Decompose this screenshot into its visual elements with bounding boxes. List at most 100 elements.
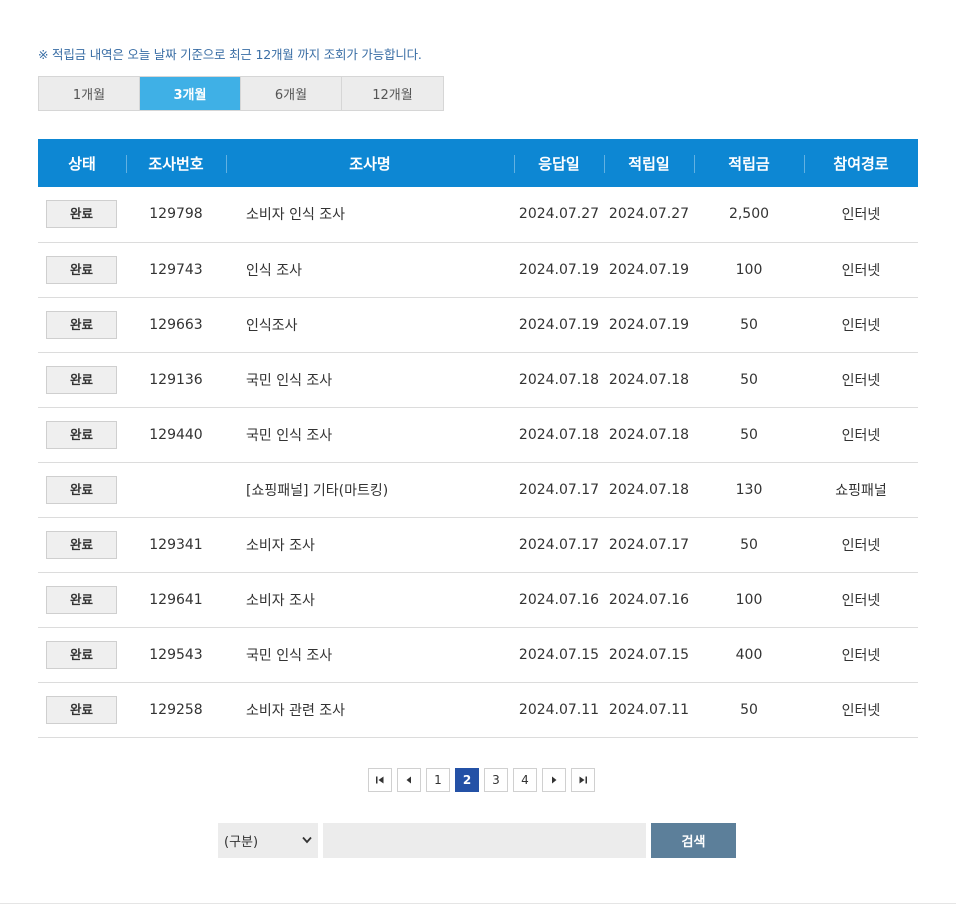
status-badge[interactable]: 완료: [46, 310, 117, 339]
points-cell: 50: [740, 371, 758, 388]
survey-name-cell: 인식 조사: [246, 262, 302, 279]
credit-date-cell: 2024.07.17: [608, 536, 690, 553]
table-row: 완료 129641 소비자 조사 2024.07.16 2024.07.16 100 인터넷: [38, 572, 918, 627]
route-cell: 인터넷: [841, 427, 881, 444]
survey-number-cell: 129341: [149, 536, 203, 553]
status-cell: 완료: [38, 627, 126, 682]
status-badge[interactable]: 완료: [46, 365, 117, 394]
route-cell: 인터넷: [841, 372, 881, 389]
points-cell: 50: [740, 536, 758, 553]
status-cell: 완료: [38, 462, 126, 517]
header-route: 참여경로: [804, 139, 918, 187]
table-row: 완료 129440 국민 인식 조사 2024.07.18 2024.07.18 50 인터…: [38, 407, 918, 462]
table-row: 완료 129743 인식 조사 2024.07.19 2024.07.19 100 인터넷: [38, 242, 918, 297]
credit-date-cell: 2024.07.11: [608, 701, 690, 718]
credit-date-cell: 2024.07.27: [608, 206, 690, 223]
status-cell: 완료: [38, 572, 126, 627]
status-cell: 완료: [38, 682, 126, 737]
status-badge[interactable]: 완료: [46, 255, 117, 284]
points-cell: 50: [740, 426, 758, 443]
status-badge[interactable]: 완료: [46, 475, 117, 504]
category-select[interactable]: (구분): [218, 823, 318, 858]
status-cell: 완료: [38, 187, 126, 242]
status-badge[interactable]: 완료: [46, 585, 117, 614]
status-badge[interactable]: 완료: [46, 640, 117, 669]
survey-number-cell: 129136: [149, 371, 203, 388]
last-page-icon[interactable]: [571, 768, 595, 792]
status-badge[interactable]: 완료: [46, 530, 117, 559]
survey-number-cell: 129798: [149, 206, 203, 223]
survey-name-cell: 소비자 조사: [246, 592, 315, 609]
points-cell: 50: [740, 316, 758, 333]
response-date-cell: 2024.07.16: [518, 591, 600, 608]
category-select-value: (구분): [224, 835, 259, 850]
status-badge[interactable]: 완료: [46, 420, 117, 449]
points-cell: 100: [735, 261, 763, 278]
bottom-divider: [0, 903, 956, 904]
survey-number-cell: 129258: [149, 701, 203, 718]
route-cell: 인터넷: [841, 647, 881, 664]
table-row: 완료 129798 소비자 인식 조사 2024.07.27 2024.07.27 2,5…: [38, 187, 918, 242]
survey-number-cell: 129543: [149, 646, 203, 663]
credit-date-cell: 2024.07.18: [608, 481, 690, 498]
tab-6-months[interactable]: 6개월: [241, 77, 342, 110]
credit-date-cell: 2024.07.19: [608, 316, 690, 333]
header-survey-name: 조사명: [226, 139, 514, 187]
table-row: 완료 129543 국민 인식 조사 2024.07.15 2024.07.15 400 인…: [38, 627, 918, 682]
route-cell: 인터넷: [841, 592, 881, 609]
next-page-icon[interactable]: [542, 768, 566, 792]
response-date-cell: 2024.07.17: [518, 481, 600, 498]
period-tabs: 1개월 3개월 6개월 12개월: [38, 76, 444, 111]
header-points: 적립금: [694, 139, 804, 187]
survey-number-cell: 129440: [149, 426, 203, 443]
search-input[interactable]: [323, 823, 646, 858]
status-badge[interactable]: 완료: [46, 695, 117, 724]
route-cell: 인터넷: [841, 702, 881, 719]
survey-name-cell: 국민 인식 조사: [246, 427, 333, 444]
page-2-button[interactable]: 2: [455, 768, 479, 792]
response-date-cell: 2024.07.18: [518, 426, 600, 443]
credit-date-cell: 2024.07.18: [608, 426, 690, 443]
survey-name-cell: 소비자 관련 조사: [246, 702, 346, 719]
status-cell: 완료: [38, 297, 126, 352]
survey-name-cell: 인식조사: [246, 317, 298, 334]
points-history-table: 상태 조사번호 조사명 응답일 적립일 적립금 참여경로 완료 129798 소비자…: [38, 139, 918, 738]
pagination: 1 2 3 4: [368, 768, 595, 792]
header-response-date: 응답일: [514, 139, 604, 187]
page-1-button[interactable]: 1: [426, 768, 450, 792]
credit-date-cell: 2024.07.19: [608, 261, 690, 278]
points-cell: 130: [735, 481, 763, 498]
survey-number-cell: 129743: [149, 261, 203, 278]
table-row: 완료 129136 국민 인식 조사 2024.07.18 2024.07.18 50 인터…: [38, 352, 918, 407]
tab-12-months[interactable]: 12개월: [342, 77, 443, 110]
survey-number-cell: 129641: [149, 591, 203, 608]
response-date-cell: 2024.07.27: [518, 206, 600, 223]
tab-1-month[interactable]: 1개월: [39, 77, 140, 110]
credit-date-cell: 2024.07.15: [608, 646, 690, 663]
page-3-button[interactable]: 3: [484, 768, 508, 792]
notice-text: ※ 적립금 내역은 오늘 날짜 기준으로 최근 12개월 까지 조회가 가능합니…: [38, 47, 422, 62]
points-cell: 50: [740, 701, 758, 718]
response-date-cell: 2024.07.15: [518, 646, 600, 663]
status-cell: 완료: [38, 242, 126, 297]
status-cell: 완료: [38, 352, 126, 407]
search-button[interactable]: 검색: [651, 823, 736, 858]
table-row: 완료 129258 소비자 관련 조사 2024.07.11 2024.07.11 50 인…: [38, 682, 918, 737]
table-header-row: 상태 조사번호 조사명 응답일 적립일 적립금 참여경로: [38, 139, 918, 187]
first-page-icon[interactable]: [368, 768, 392, 792]
status-cell: 완료: [38, 517, 126, 572]
prev-page-icon[interactable]: [397, 768, 421, 792]
table-row: 완료 [쇼핑패널] 기타(마트킹) 2024.07.17 2024.07.18 130 쇼…: [38, 462, 918, 517]
survey-name-cell: 소비자 인식 조사: [246, 207, 346, 224]
table-row: 완료 129663 인식조사 2024.07.19 2024.07.19 50 인터넷: [38, 297, 918, 352]
status-badge[interactable]: 완료: [46, 200, 117, 229]
route-cell: 인터넷: [841, 537, 881, 554]
tab-3-months[interactable]: 3개월: [140, 77, 241, 110]
survey-number-cell: 129663: [149, 316, 203, 333]
response-date-cell: 2024.07.18: [518, 371, 600, 388]
page-4-button[interactable]: 4: [513, 768, 537, 792]
survey-number-cell: [126, 462, 226, 517]
credit-date-cell: 2024.07.18: [608, 371, 690, 388]
table-row: 완료 129341 소비자 조사 2024.07.17 2024.07.17 50 인터넷: [38, 517, 918, 572]
route-cell: 인터넷: [841, 262, 881, 279]
